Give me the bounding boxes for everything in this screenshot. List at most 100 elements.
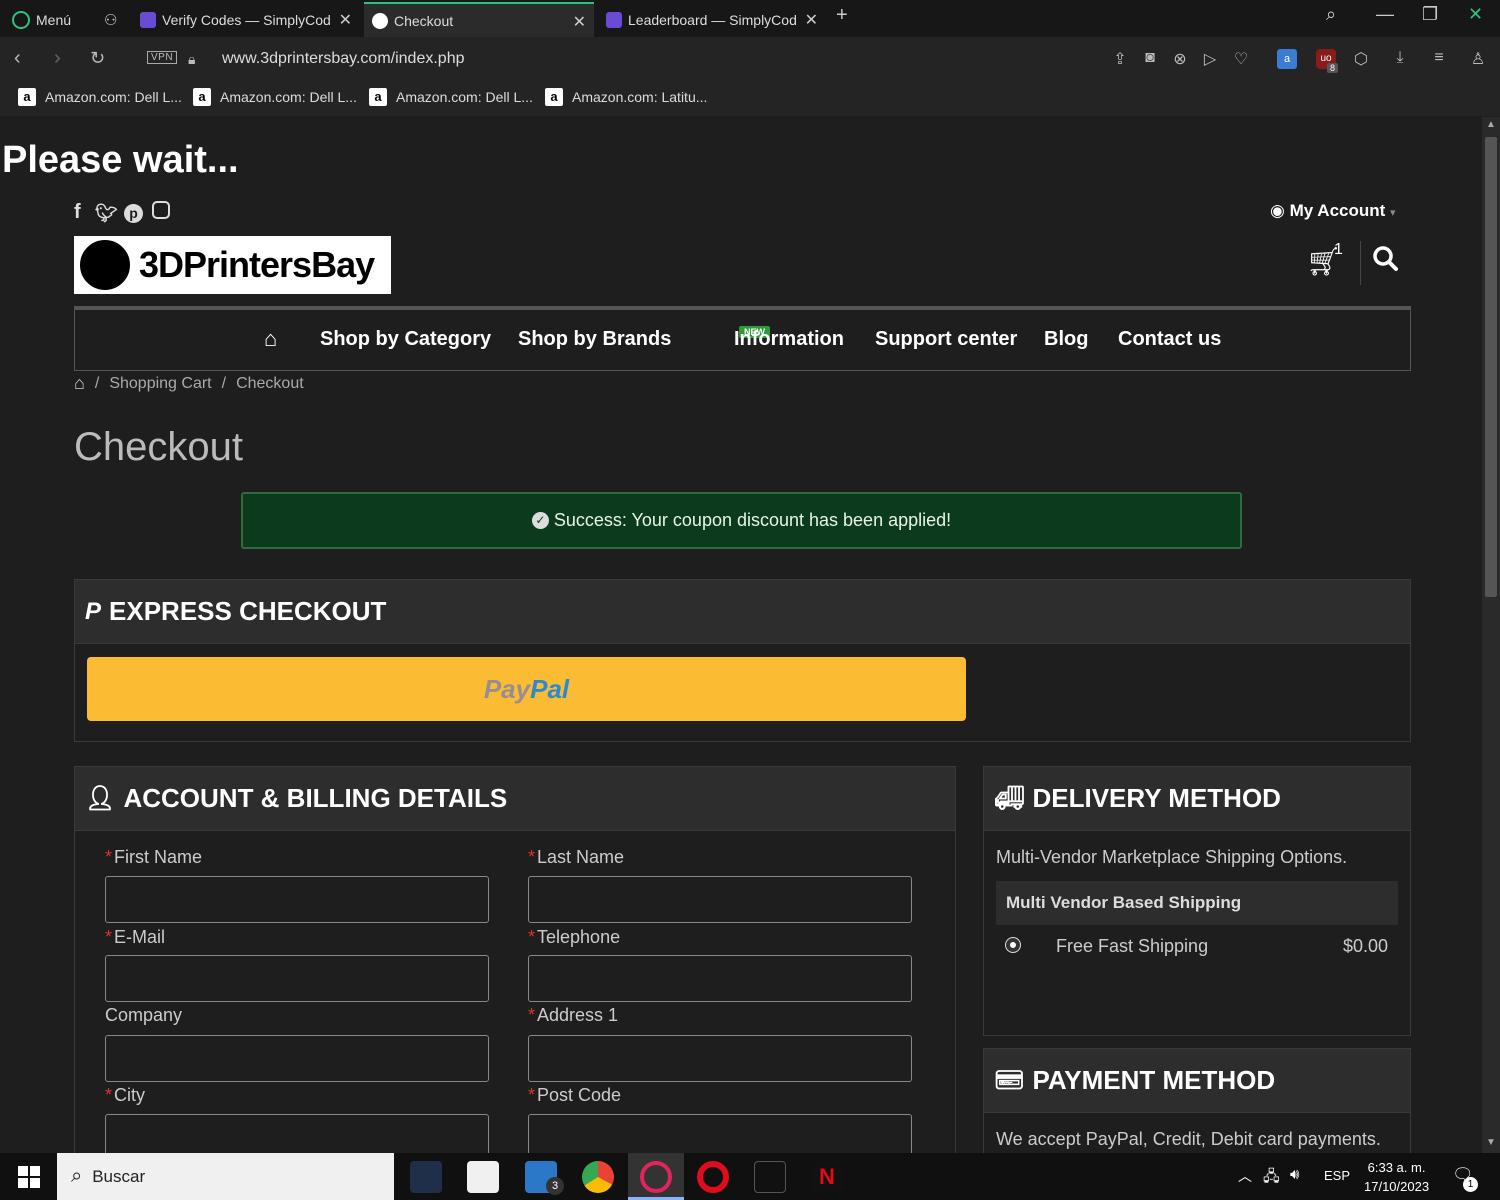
taskbar-search[interactable]: ⌕ Buscar [57,1153,394,1200]
laptop-app-icon[interactable] [410,1161,442,1193]
maximize-button[interactable]: ❐ [1422,4,1438,25]
cube-icon[interactable]: ⬡ [1351,49,1371,69]
bookmark-item[interactable]: a Amazon.com: Dell L... [193,88,357,106]
clock-time: 6:33 a. m. [1367,1160,1426,1175]
my-account-dropdown[interactable]: ◉ My Account ▾ [1270,201,1396,221]
nav-blog[interactable]: Blog [1044,328,1088,351]
vpn-badge[interactable]: VPN [147,51,178,64]
netflix-icon[interactable]: N [811,1161,843,1193]
instagram-icon[interactable] [152,201,170,225]
close-window-button[interactable]: ✕ [1468,4,1483,25]
bookmark-item[interactable]: a Amazon.com: Dell L... [369,88,533,106]
post-code-input[interactable] [528,1114,912,1153]
breadcrumb-separator: / [221,374,227,392]
opera-icon[interactable] [697,1161,729,1193]
browser-menu-button[interactable]: Menú [4,2,92,37]
shipping-option-label[interactable]: Free Fast Shipping [1056,936,1208,957]
chrome-icon[interactable] [582,1161,614,1193]
close-icon[interactable]: ✕ [339,10,352,30]
scroll-up-icon[interactable]: ▲ [1486,119,1496,130]
facebook-icon[interactable]: f [74,201,81,224]
truck-icon: 🚚︎ [994,785,1025,812]
twitter-icon[interactable]: 🐦︎ [95,203,118,224]
reload-button[interactable]: ↻ [90,48,105,69]
back-button[interactable]: ‹ [14,47,21,70]
nav-support-center[interactable]: Support center [875,328,1017,351]
share-icon[interactable]: ⇪ [1110,49,1130,69]
address1-label: * Address 1 [528,1005,619,1025]
translate-icon[interactable]: a [1277,49,1297,69]
shipping-radio[interactable] [1006,938,1020,952]
profile-icon[interactable]: ♙ [1468,49,1488,69]
delivery-title: DELIVERY METHOD [1032,783,1281,813]
opera-gx-icon [640,1161,672,1193]
first-name-label: * First Name [105,847,203,867]
main-navigation: ⌂ Shop by Category Shop by Brands NEW In… [74,306,1411,371]
camera-icon[interactable]: ◙ [1140,49,1160,69]
microsoft-store-icon[interactable] [467,1161,499,1193]
user-icon: 👤︎ [85,785,116,812]
first-name-input[interactable] [105,876,489,923]
new-tab-button[interactable]: + [836,4,848,27]
city-input[interactable] [105,1114,489,1153]
pluto-tv-icon[interactable] [754,1161,786,1193]
forward-button[interactable]: › [54,47,61,70]
email-input[interactable] [105,955,489,1002]
opera-gx-active-app[interactable] [628,1153,684,1200]
address-bar: ‹ › ↻ VPN 🔒︎ www.3dprintersbay.com/index… [0,37,1500,82]
home-icon[interactable]: ⌂ [264,326,277,352]
close-icon[interactable]: ✕ [573,12,586,32]
express-checkout-panel: P EXPRESS CHECKOUT Pay Pal [74,579,1411,742]
my-account-label: My Account [1289,201,1386,220]
adblock-icon[interactable]: ⊗ [1170,49,1190,69]
search-tabs-icon[interactable]: ⌕ [1326,4,1336,25]
nav-shop-by-category[interactable]: Shop by Category [320,328,491,351]
payment-description: We accept PayPal, Credit, Debit card pay… [996,1129,1381,1149]
breadcrumb-checkout[interactable]: Checkout [236,375,304,393]
scrollbar-thumb[interactable] [1485,137,1497,597]
language-indicator[interactable]: ESP [1324,1168,1350,1183]
bookmarks-bar: a Amazon.com: Dell L... a Amazon.com: Dell… [0,82,1500,116]
breadcrumb-shopping-cart[interactable]: Shopping Cart [109,375,211,393]
home-icon[interactable]: ⌂ [74,373,85,394]
easy-setup-icon[interactable]: ≡ [1429,49,1449,69]
last-name-input[interactable] [528,876,912,923]
paypal-button[interactable]: Pay Pal [87,657,966,721]
search-icon[interactable] [1370,243,1402,275]
address1-input[interactable] [528,1035,912,1082]
gamepad-icon[interactable]: ⚇ [96,2,126,37]
url-field[interactable]: www.3dprintersbay.com/index.php [222,50,465,68]
page-scrollbar[interactable]: ▲ ▼ [1482,117,1500,1153]
download-icon[interactable]: ⤓ [1390,49,1410,69]
bookmark-item[interactable]: a Amazon.com: Dell L... [18,88,182,106]
minimize-button[interactable]: — [1376,4,1394,25]
windows-start-icon[interactable] [18,1166,40,1188]
network-icon[interactable]: 🖧︎ [1263,1166,1280,1191]
scroll-down-icon[interactable]: ▼ [1486,1137,1496,1148]
taskbar-search-label: Buscar [92,1166,146,1186]
express-checkout-header: P EXPRESS CHECKOUT [75,580,1410,644]
volume-icon[interactable]: 🔊︎ [1290,1166,1299,1183]
nav-information[interactable]: Information [734,328,844,351]
payment-header: 💳︎ PAYMENT METHOD [984,1049,1410,1113]
alert-message: Success: Your coupon discount has been a… [553,510,952,530]
pinterest-icon[interactable]: p [124,201,143,224]
bookmark-item[interactable]: a Amazon.com: Latitu... [545,88,707,106]
nav-contact-us[interactable]: Contact us [1118,328,1221,351]
nav-shop-by-brands[interactable]: Shop by Brands [518,328,671,351]
breadcrumb-separator: / [94,374,100,392]
tray-chevron-icon[interactable]: ︿ [1238,1166,1252,1186]
tab-leaderboard[interactable]: Leaderboard — SimplyCod ✕ [598,2,826,37]
send-icon[interactable]: ▷ [1200,49,1220,69]
notification-count: 1 [1463,1177,1478,1192]
success-alert: ✓ Success: Your coupon discount has been… [241,492,1242,549]
lock-icon[interactable]: 🔒︎ [188,51,195,68]
tab-checkout[interactable]: Checkout ✕ [364,2,594,37]
site-logo[interactable]: 3DPrintersBay [74,236,391,294]
company-input[interactable] [105,1035,489,1082]
close-icon[interactable]: ✕ [805,10,818,30]
tab-verify-codes[interactable]: Verify Codes — SimplyCod ✕ [132,2,360,37]
heart-icon[interactable]: ♡ [1231,49,1251,69]
telephone-input[interactable] [528,955,912,1002]
clock[interactable]: 6:33 a. m. 17/10/2023 [1364,1158,1429,1196]
